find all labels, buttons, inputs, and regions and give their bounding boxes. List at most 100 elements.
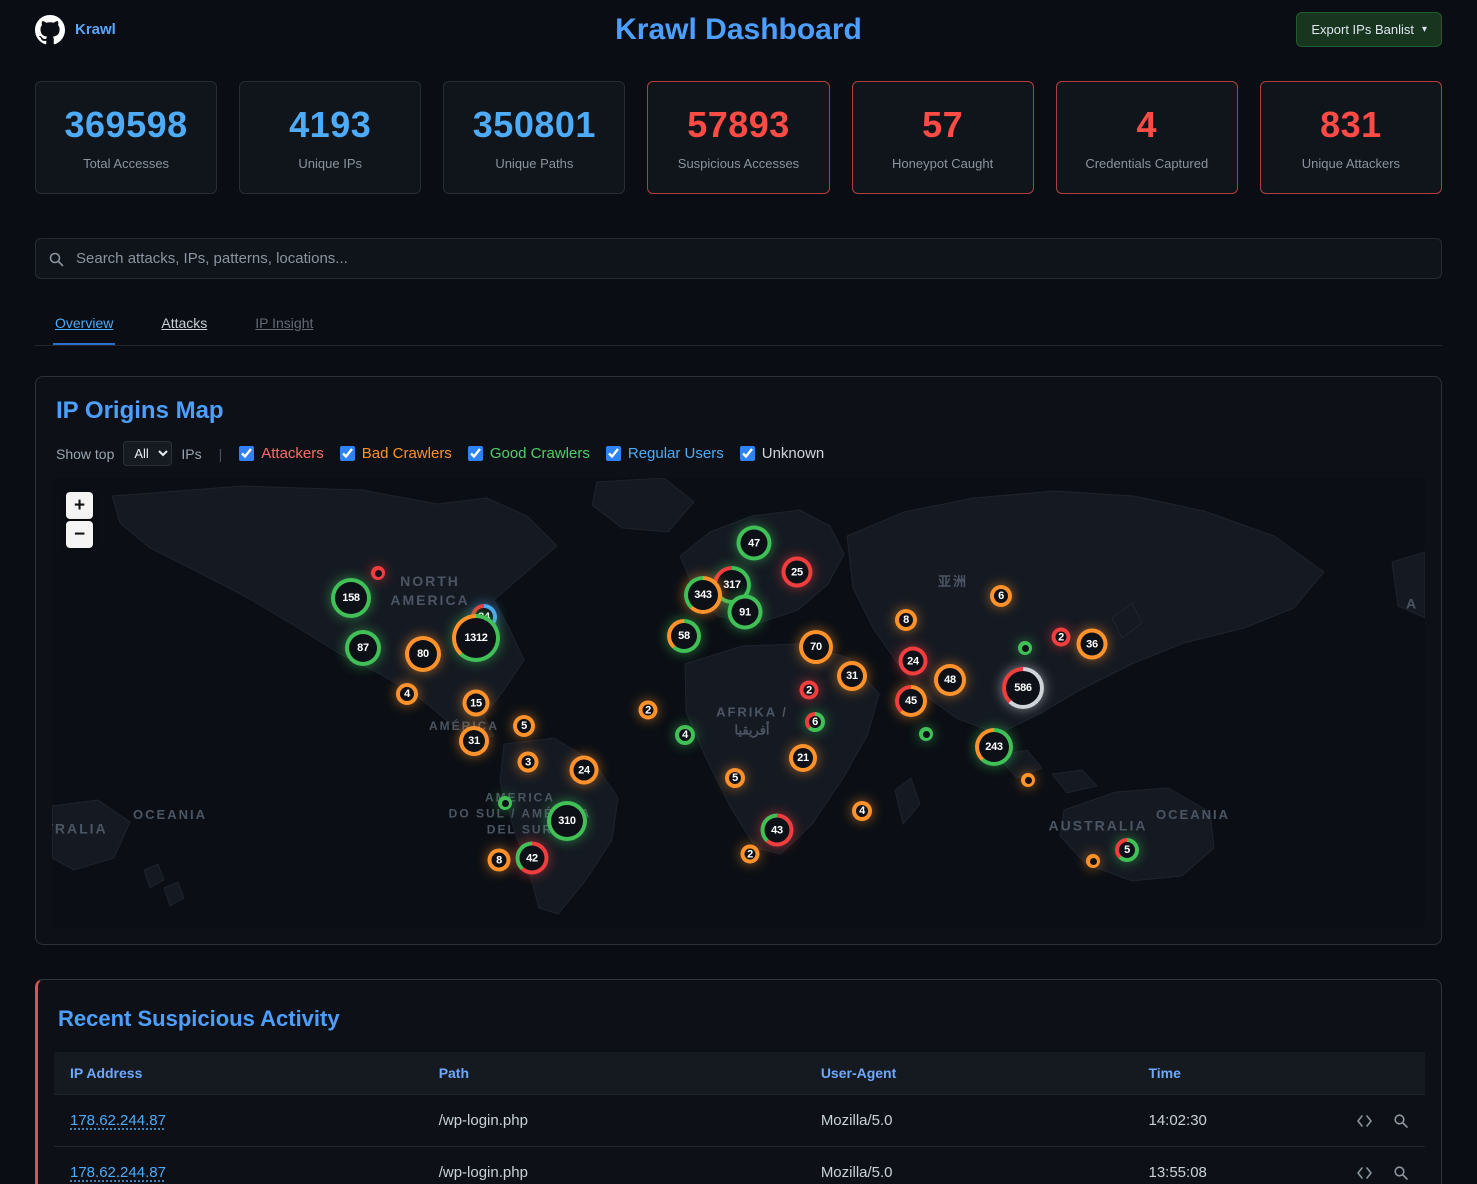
map-marker[interactable]: 80 [405,636,441,672]
filter-label: Regular Users [628,445,724,462]
map-marker[interactable]: 91 [728,595,763,630]
path-cell: /wp-login.php [423,1095,805,1147]
map-marker[interactable]: 2 [1052,628,1071,647]
map-marker[interactable] [1021,773,1035,787]
map-marker[interactable]: 2 [800,681,819,700]
map-marker[interactable]: 310 [547,801,587,841]
ip-link[interactable]: 178.62.244.87 [70,1164,166,1181]
map-filters: Attackers Bad Crawlers Good Crawlers Reg… [239,445,840,462]
map-filter-attackers[interactable]: Attackers [239,445,324,462]
filter-checkbox[interactable] [340,446,355,461]
map-marker[interactable]: 87 [345,630,381,666]
map-marker[interactable] [371,566,385,580]
map-geo-label: AUSTRALIA [1049,817,1148,836]
map-marker[interactable]: 1312 [452,614,500,662]
map-marker[interactable]: 24 [899,647,928,676]
page-title: Krawl Dashboard [615,13,862,47]
stat-label: Unique Attackers [1302,156,1400,171]
time-cell: 14:02:30 [1132,1095,1323,1147]
code-icon[interactable] [1356,1166,1373,1180]
map-marker[interactable]: 21 [789,744,817,772]
column-header: Time [1132,1052,1323,1095]
ip-link[interactable]: 178.62.244.87 [70,1112,166,1129]
map-marker[interactable] [1086,854,1100,868]
code-icon[interactable] [1356,1114,1373,1128]
export-banlist-button[interactable]: Export IPs Banlist ▾ [1296,12,1442,47]
search-icon[interactable] [1393,1113,1409,1129]
stat-value: 57893 [687,104,790,146]
map-marker[interactable] [919,727,933,741]
tab-attacks[interactable]: Attacks [159,303,209,345]
activity-row: 178.62.244.87 /wp-login.php Mozilla/5.0 … [54,1095,1425,1147]
stat-card: 350801 Unique Paths [443,81,625,194]
map-filter-regular-users[interactable]: Regular Users [606,445,724,462]
stat-value: 4193 [289,104,371,146]
map-marker[interactable]: 36 [1077,629,1108,660]
map-marker[interactable]: 4 [675,725,695,745]
filter-checkbox[interactable] [468,446,483,461]
stat-label: Credentials Captured [1085,156,1208,171]
map-marker[interactable]: 243 [975,728,1013,766]
filter-checkbox[interactable] [239,446,254,461]
map-marker[interactable]: 47 [737,526,772,561]
user-agent-cell: Mozilla/5.0 [805,1095,1133,1147]
stat-label: Suspicious Accesses [678,156,799,171]
stat-card: 4193 Unique IPs [239,81,421,194]
filter-label: Good Crawlers [490,445,590,462]
filter-label: Bad Crawlers [362,445,452,462]
map-marker[interactable]: 5 [1115,838,1139,862]
map-marker[interactable]: 43 [761,814,794,847]
map-marker[interactable]: 3 [518,752,539,773]
map-marker[interactable]: 31 [837,661,867,691]
map-marker[interactable]: 25 [782,557,813,588]
map-marker[interactable]: 2 [741,845,760,864]
map-geo-label: OCEANIA [133,806,207,824]
path-cell: /wp-login.php [423,1147,805,1184]
map-marker[interactable]: 6 [990,585,1012,607]
tab-overview[interactable]: Overview [53,303,115,345]
brand: Krawl [35,15,615,45]
map-marker[interactable]: 158 [331,578,371,618]
map-marker[interactable]: 5 [725,768,745,788]
map-filter-good-crawlers[interactable]: Good Crawlers [468,445,590,462]
map-marker[interactable]: 586 [1002,667,1044,709]
search-input[interactable] [35,238,1442,279]
map-filter-unknown[interactable]: Unknown [740,445,825,462]
map-marker[interactable] [498,796,512,810]
show-top-select[interactable]: All [123,441,172,466]
brand-name: Krawl [75,21,116,38]
zoom-out-button[interactable]: − [66,521,93,548]
search-icon[interactable] [1393,1165,1409,1181]
map-marker[interactable]: 42 [516,842,549,875]
filter-label: Unknown [762,445,825,462]
map-marker[interactable]: 24 [570,756,599,785]
row-actions [1324,1095,1425,1147]
tab-ip-insight[interactable]: IP Insight [253,303,315,345]
column-header: IP Address [54,1052,423,1095]
map-marker[interactable]: 31 [459,726,489,756]
map-marker[interactable]: 2 [639,701,658,720]
ip-cell: 178.62.244.87 [54,1095,423,1147]
map-marker[interactable]: 48 [934,664,966,696]
world-map[interactable]: + − NORTH AMERICA AMÉRICA AFRIKA / أفريق… [52,478,1425,928]
map-marker[interactable]: 5 [513,715,535,737]
map-marker[interactable]: 343 [684,576,722,614]
map-marker[interactable]: 8 [488,849,511,872]
map-filter-bad-crawlers[interactable]: Bad Crawlers [340,445,452,462]
map-marker[interactable]: 15 [463,690,490,717]
map-marker[interactable]: 4 [396,683,418,705]
filter-checkbox[interactable] [740,446,755,461]
map-geo-label: A [1406,595,1418,614]
map-marker[interactable]: 58 [667,619,701,653]
row-actions [1324,1147,1425,1184]
map-marker[interactable]: 4 [852,801,872,821]
map-marker[interactable]: 70 [799,630,833,664]
map-marker[interactable]: 6 [805,712,825,732]
zoom-in-button[interactable]: + [66,492,93,519]
map-marker[interactable]: 8 [895,609,917,631]
map-marker[interactable] [1018,641,1032,655]
export-banlist-label: Export IPs Banlist [1311,22,1414,37]
user-agent-cell: Mozilla/5.0 [805,1147,1133,1184]
map-marker[interactable]: 45 [895,685,927,717]
filter-checkbox[interactable] [606,446,621,461]
